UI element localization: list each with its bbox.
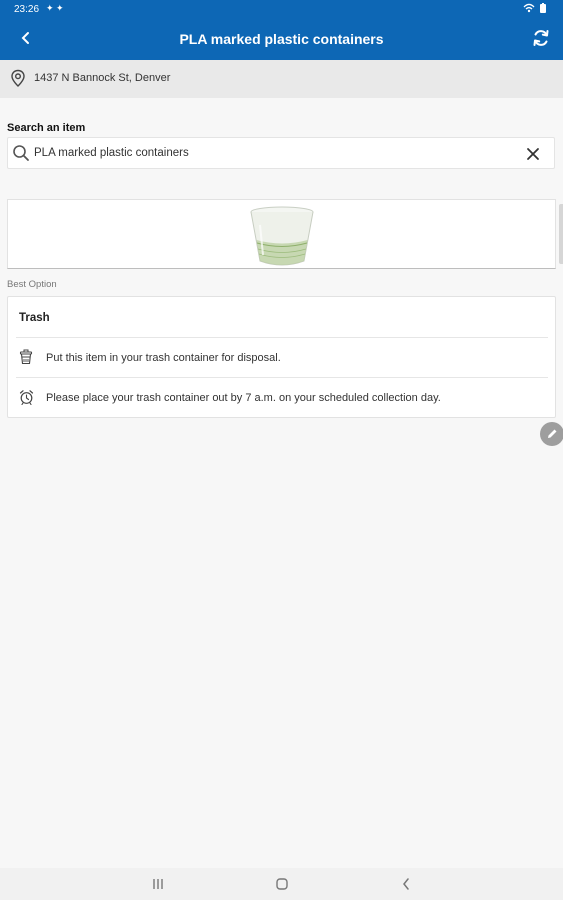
clear-search-button[interactable] bbox=[524, 145, 542, 163]
alarm-clock-icon bbox=[19, 389, 34, 410]
wifi-battery-icon bbox=[523, 3, 546, 13]
edit-button[interactable] bbox=[540, 422, 563, 446]
home-icon bbox=[276, 878, 288, 890]
status-indicators: ✦ ✦ bbox=[46, 3, 64, 13]
refresh-icon bbox=[533, 30, 549, 46]
chevron-left-icon bbox=[21, 32, 29, 44]
page-title: PLA marked plastic containers bbox=[179, 31, 384, 47]
search-box[interactable] bbox=[7, 137, 555, 169]
plastic-cup-image bbox=[246, 203, 318, 274]
app-bar: PLA marked plastic containers bbox=[0, 18, 563, 60]
back-icon bbox=[403, 878, 409, 890]
location-pin-icon bbox=[10, 69, 26, 93]
address-text: 1437 N Bannock St, Denver bbox=[34, 72, 171, 84]
best-option-label: Best Option bbox=[7, 279, 57, 290]
recents-icon bbox=[153, 879, 163, 889]
close-icon bbox=[527, 148, 539, 160]
status-bar: 23:26 ✦ ✦ bbox=[0, 0, 563, 18]
nav-back-button[interactable] bbox=[394, 874, 418, 894]
home-button[interactable] bbox=[270, 874, 294, 894]
back-button[interactable] bbox=[14, 26, 38, 50]
refresh-button[interactable] bbox=[529, 26, 553, 50]
status-icons bbox=[523, 2, 549, 17]
divider bbox=[16, 377, 548, 378]
disposal-instruction: Put this item in your trash container fo… bbox=[46, 352, 281, 364]
disposal-method-title: Trash bbox=[19, 312, 50, 324]
recents-button[interactable] bbox=[146, 874, 170, 894]
search-label: Search an item bbox=[7, 122, 86, 134]
pencil-icon bbox=[548, 429, 557, 438]
system-nav-bar bbox=[0, 868, 563, 900]
collection-instruction: Please place your trash container out by… bbox=[46, 392, 441, 404]
item-image-card bbox=[7, 199, 556, 269]
search-icon bbox=[12, 144, 30, 167]
divider bbox=[16, 337, 548, 338]
disposal-result-card: Trash Put this item in your trash contai… bbox=[7, 296, 556, 418]
address-bar[interactable]: 1437 N Bannock St, Denver bbox=[0, 60, 563, 98]
side-handle[interactable] bbox=[559, 204, 563, 264]
search-input[interactable] bbox=[34, 144, 514, 162]
status-time: 23:26 bbox=[14, 4, 40, 15]
trash-can-icon bbox=[19, 349, 33, 370]
